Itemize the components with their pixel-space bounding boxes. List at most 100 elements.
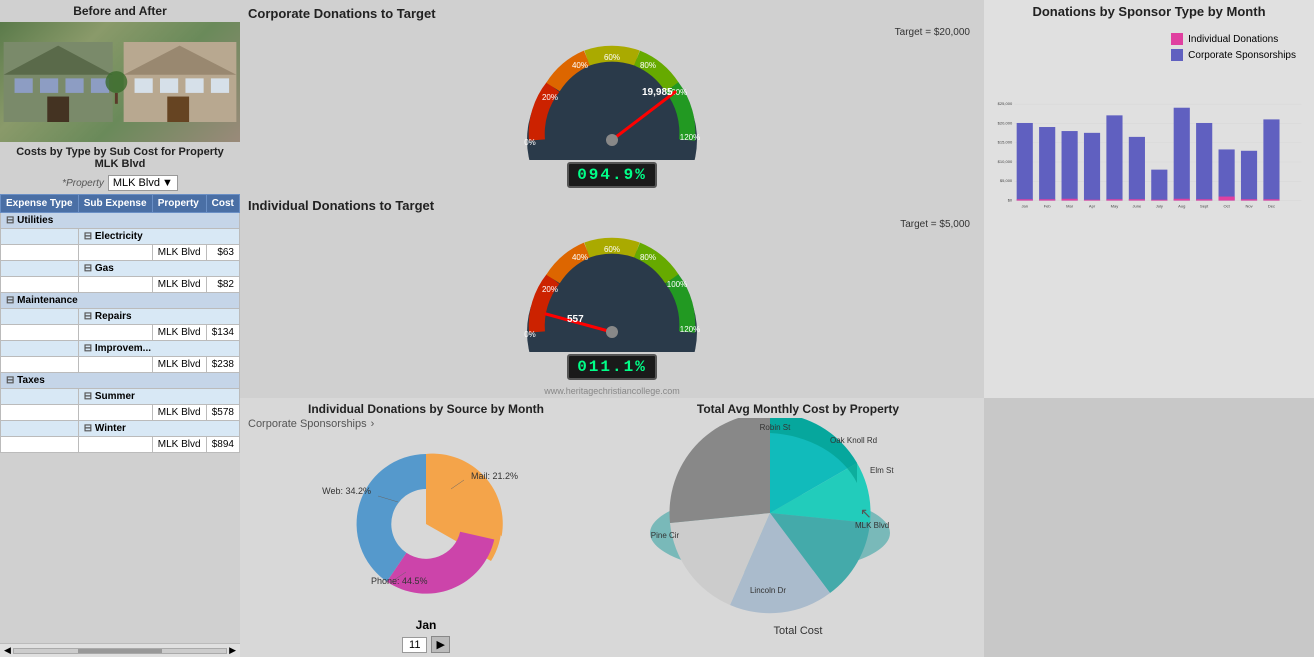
property-select-dropdown[interactable]: MLK Blvd ▼ bbox=[108, 175, 178, 191]
oak-knoll-label: Oak Knoll Rd bbox=[830, 436, 877, 445]
scroll-right-btn[interactable]: ▶ bbox=[227, 645, 238, 656]
collapse-repairs-btn[interactable]: ⊟ bbox=[84, 311, 92, 322]
svg-text:$0: $0 bbox=[1008, 197, 1013, 202]
chevron-right-icon: › bbox=[371, 418, 375, 430]
bar-july-corporate bbox=[1151, 170, 1167, 201]
table-row: ⊟ Summer bbox=[1, 389, 240, 405]
svg-text:Nov: Nov bbox=[1245, 203, 1252, 208]
gas-label: Gas bbox=[95, 263, 114, 274]
pine-cir-label: Pine Cir bbox=[651, 531, 680, 540]
collapse-winter-btn[interactable]: ⊟ bbox=[84, 423, 92, 434]
gas-cost: $82 bbox=[206, 277, 239, 293]
svg-text:40%: 40% bbox=[572, 253, 588, 262]
collapse-taxes-btn[interactable]: ⊟ bbox=[6, 375, 14, 386]
pie-section: Total Avg Monthly Cost by Property bbox=[612, 398, 984, 657]
svg-text:$25,000: $25,000 bbox=[998, 101, 1013, 106]
costs-title: Costs by Type by Sub Cost for Property M… bbox=[0, 142, 240, 172]
individual-gauge-container: Target = $5,000 0% 20% 40% 60% 80% 100% … bbox=[240, 215, 984, 384]
legend-individual: Individual Donations bbox=[1171, 33, 1296, 45]
cost-table-wrapper: Expense Type Sub Expense Property Cost ⊟… bbox=[0, 194, 240, 643]
next-page-btn[interactable]: ▶ bbox=[431, 636, 449, 653]
property-selector: *Property MLK Blvd ▼ bbox=[0, 172, 240, 194]
table-row: ⊟ Improvem... bbox=[1, 341, 240, 357]
scroll-left-btn[interactable]: ◀ bbox=[2, 645, 13, 656]
total-cost-label: Total Cost bbox=[620, 625, 976, 637]
center-bottom: Individual Donations by Source by Month … bbox=[240, 398, 984, 657]
before-after-image bbox=[0, 22, 240, 142]
table-row: ⊟ Winter bbox=[1, 421, 240, 437]
bar-mar-corporate bbox=[1062, 131, 1078, 201]
before-after-title: Before and After bbox=[0, 0, 240, 22]
bar-nov-individual bbox=[1241, 199, 1257, 200]
individual-readout: 011.1% bbox=[567, 354, 657, 380]
bar-aug-individual bbox=[1174, 199, 1190, 201]
svg-text:20%: 20% bbox=[542, 285, 558, 294]
bar-chart-legend: Individual Donations Corporate Sponsorsh… bbox=[1171, 33, 1296, 61]
corporate-target-label: Target = $20,000 bbox=[895, 27, 970, 38]
collapse-summer-btn[interactable]: ⊟ bbox=[84, 391, 92, 402]
corporate-legend-color bbox=[1171, 49, 1183, 61]
right-column: Before and After bbox=[0, 0, 240, 657]
bar-dec-corporate bbox=[1263, 119, 1279, 200]
legend-corporate: Corporate Sponsorships bbox=[1171, 49, 1296, 61]
bar-oct-corporate bbox=[1219, 149, 1235, 200]
month-label: Jan bbox=[248, 618, 604, 632]
table-row: ⊟ Electricity bbox=[1, 229, 240, 245]
svg-text:Oct: Oct bbox=[1223, 203, 1230, 208]
bar-chart-panel: Donations by Sponsor Type by Month Indiv… bbox=[984, 0, 1314, 398]
individual-legend-color bbox=[1171, 33, 1183, 45]
svg-text:$20,000: $20,000 bbox=[998, 120, 1013, 125]
col-expense-type: Expense Type bbox=[1, 195, 79, 213]
svg-text:Sept: Sept bbox=[1200, 203, 1209, 208]
collapse-utilities-btn[interactable]: ⊟ bbox=[6, 215, 14, 226]
gas-property: MLK Blvd bbox=[152, 277, 206, 293]
donut-section: Individual Donations by Source by Month … bbox=[240, 398, 612, 657]
horizontal-scrollbar[interactable]: ◀ ▶ bbox=[0, 643, 240, 657]
bar-feb-individual bbox=[1039, 199, 1055, 200]
lincoln-dr-label: Lincoln Dr bbox=[750, 586, 786, 595]
maintenance-label: Maintenance bbox=[17, 295, 78, 306]
collapse-improvements-btn[interactable]: ⊟ bbox=[84, 343, 92, 354]
winter-property: MLK Blvd bbox=[152, 437, 206, 453]
bar-dec-individual bbox=[1263, 199, 1279, 200]
table-row: MLK Blvd $134 bbox=[1, 325, 240, 341]
corporate-legend-label: Corporate Sponsorships bbox=[1188, 50, 1296, 61]
scroll-track bbox=[13, 648, 227, 654]
electricity-label: Electricity bbox=[95, 231, 143, 242]
individual-target-label: Target = $5,000 bbox=[900, 219, 970, 230]
utilities-label: Utilities bbox=[17, 215, 53, 226]
svg-text:$10,000: $10,000 bbox=[998, 159, 1013, 164]
corp-sponsorship-link[interactable]: Corporate Sponsorships › bbox=[248, 418, 604, 430]
collapse-maintenance-btn[interactable]: ⊟ bbox=[6, 295, 14, 306]
table-row: MLK Blvd $578 bbox=[1, 405, 240, 421]
col-property: Property bbox=[152, 195, 206, 213]
electricity-cost: $63 bbox=[206, 245, 239, 261]
elm-st-label: Elm St bbox=[870, 466, 894, 475]
bar-sept-individual bbox=[1196, 199, 1212, 200]
repairs-property: MLK Blvd bbox=[152, 325, 206, 341]
svg-text:0%: 0% bbox=[524, 138, 536, 147]
svg-text:60%: 60% bbox=[604, 245, 620, 254]
dashboard: Corporate Donations to Target Target = $… bbox=[0, 0, 1314, 606]
table-row: MLK Blvd $238 bbox=[1, 357, 240, 373]
table-header-row: Expense Type Sub Expense Property Cost bbox=[1, 195, 240, 213]
property-label: *Property bbox=[62, 178, 104, 189]
bar-mar-individual bbox=[1062, 199, 1078, 201]
mail-label: Mail: 21.2% bbox=[471, 471, 518, 481]
individual-gauge-panel: Individual Donations to Target Target = … bbox=[240, 192, 984, 384]
bar-oct-individual bbox=[1219, 197, 1235, 201]
scroll-thumb[interactable] bbox=[78, 649, 163, 653]
bar-aug-corporate bbox=[1174, 108, 1190, 201]
svg-text:557: 557 bbox=[567, 314, 584, 325]
page-number: 11 bbox=[402, 637, 427, 653]
winter-label: Winter bbox=[95, 423, 126, 434]
svg-text:80%: 80% bbox=[640, 61, 656, 70]
svg-text:Aug: Aug bbox=[1178, 203, 1185, 208]
collapse-electricity-btn[interactable]: ⊟ bbox=[84, 231, 92, 242]
collapse-gas-btn[interactable]: ⊟ bbox=[84, 263, 92, 274]
bar-may-individual bbox=[1106, 199, 1122, 200]
pie-title: Total Avg Monthly Cost by Property bbox=[620, 402, 976, 416]
bar-july-individual bbox=[1151, 200, 1167, 201]
web-label: Web: 34.2% bbox=[322, 486, 371, 496]
donut-title: Individual Donations by Source by Month bbox=[248, 402, 604, 416]
